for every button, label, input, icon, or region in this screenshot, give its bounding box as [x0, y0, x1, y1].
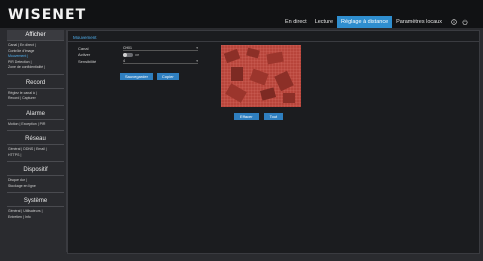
sensitivity-value: 4	[123, 58, 125, 63]
sidebar-section-alarm[interactable]: Alarme	[7, 109, 64, 120]
enable-toggle[interactable]	[123, 52, 133, 57]
info-icon[interactable]	[451, 19, 457, 25]
sidebar-item-maintenance[interactable]: Entretien | Info	[8, 215, 63, 221]
sidebar-item-alarm-types[interactable]: Motion | Exception | PIR	[8, 122, 63, 128]
nav-playback[interactable]: Lecture	[311, 16, 337, 28]
main-panel: Mouvement Canal CH01 ▾ Activer Off Sensi…	[67, 30, 480, 254]
sidebar-item-cloud-storage[interactable]: Stockage en ligne	[8, 184, 63, 190]
channel-select[interactable]: CH01 ▾	[123, 45, 198, 51]
enable-value: Off	[135, 52, 139, 57]
enable-label: Activer	[78, 52, 91, 58]
sidebar-item-privacy-zone[interactable]: Zone de confidentialité |	[8, 65, 63, 71]
nav-remote-settings[interactable]: Réglage à distance	[337, 16, 393, 28]
sidebar-section-network[interactable]: Réseau	[7, 134, 64, 145]
chevron-down-icon: ▾	[196, 45, 198, 50]
select-all-button[interactable]: Tout	[263, 113, 284, 120]
power-icon[interactable]	[462, 19, 468, 25]
camera-preview-image	[221, 45, 301, 107]
motion-area-preview[interactable]	[221, 45, 301, 107]
sensitivity-select[interactable]: 4 ▾	[123, 58, 198, 64]
channel-value: CH01	[123, 45, 132, 50]
top-bar: WISENET En direct Lecture Réglage à dist…	[0, 0, 483, 28]
app-logo: WISENET	[8, 7, 87, 23]
save-button[interactable]: Sauvegarder	[120, 73, 153, 80]
copy-button[interactable]: Copier	[156, 73, 179, 80]
nav-live[interactable]: En direct	[281, 16, 311, 28]
sidebar-item-record-capture[interactable]: Record | Capturer	[8, 96, 63, 102]
sidebar-section-system[interactable]: Système	[7, 196, 64, 207]
motion-form: Canal CH01 ▾ Activer Off Sensibilité 4 ▾	[78, 45, 208, 65]
nav-local-settings[interactable]: Paramètres locaux	[392, 16, 446, 28]
chevron-down-icon: ▾	[196, 58, 198, 63]
top-navigation: En direct Lecture Réglage à distance Par…	[281, 16, 468, 28]
sidebar-section-device[interactable]: Dispositif	[7, 165, 64, 176]
sensitivity-label: Sensibilité	[78, 58, 97, 64]
sidebar: Afficher Canal | En direct | Contrôle d'…	[5, 30, 67, 252]
sidebar-item-https[interactable]: HTTPS |	[8, 153, 63, 159]
channel-label: Canal	[78, 45, 89, 51]
clear-button[interactable]: Effacer	[234, 113, 259, 120]
sidebar-section-afficher[interactable]: Afficher	[7, 30, 64, 41]
sidebar-section-record[interactable]: Record	[7, 78, 64, 89]
